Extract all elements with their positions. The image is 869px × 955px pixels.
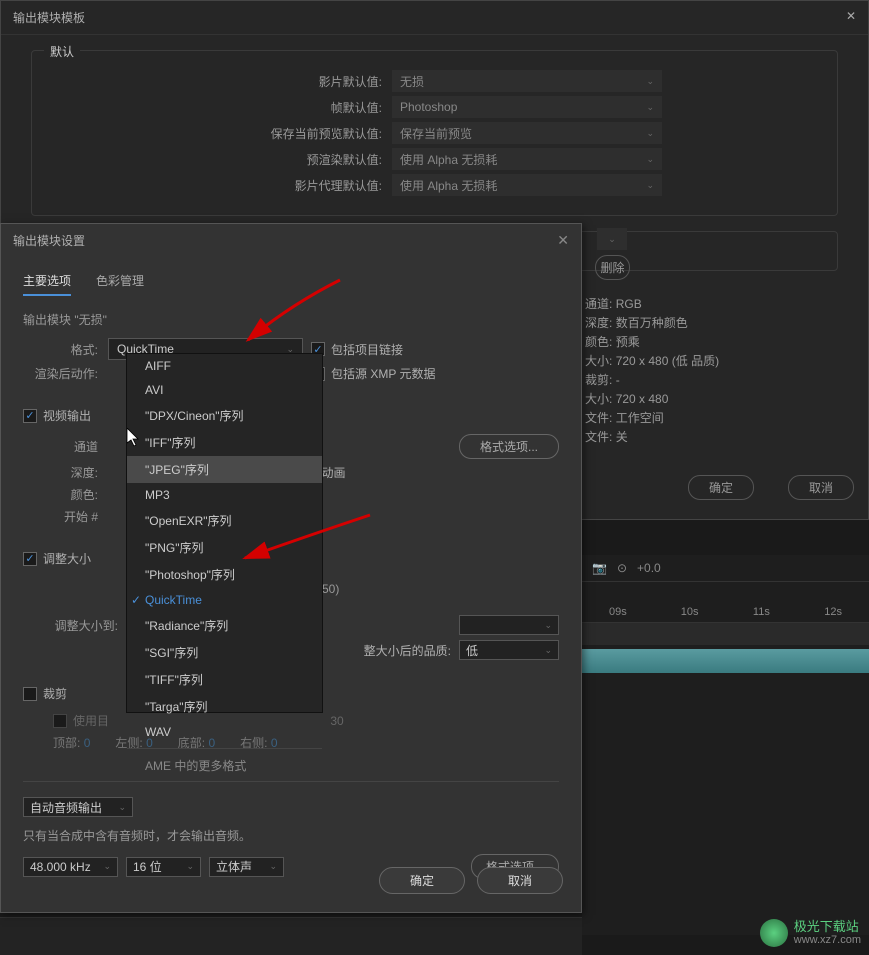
dropdown-item[interactable]: "OpenEXR"序列	[127, 507, 322, 534]
resize-checkbox[interactable]	[23, 552, 37, 566]
dropdown-item[interactable]: "Radiance"序列	[127, 612, 322, 639]
default-row: 影片代理默认值: 使用 Alpha 无损耗⌄	[52, 174, 817, 196]
defaults-legend: 默认	[44, 43, 80, 60]
outer-title-text: 输出模块模板	[13, 9, 85, 26]
default-select[interactable]: 保存当前预览⌄	[392, 122, 662, 144]
cancel-button[interactable]: 取消	[477, 867, 563, 894]
default-label: 帧默认值:	[52, 99, 392, 116]
timeline-track[interactable]	[582, 649, 869, 673]
dropdown-item[interactable]: AVI	[127, 378, 322, 402]
default-select[interactable]: Photoshop⌄	[392, 96, 662, 118]
aperture-icon[interactable]: ⊙	[617, 561, 627, 575]
quality-label: 整大小后的品质:	[364, 642, 451, 659]
watermark-logo-icon	[760, 919, 788, 947]
module-name: 输出模块 "无损"	[23, 311, 559, 328]
default-row: 预渲染默认值: 使用 Alpha 无损耗⌄	[52, 148, 817, 170]
start-label: 开始 #	[53, 508, 108, 525]
defaults-fieldset: 默认 影片默认值: 无损⌄帧默认值: Photoshop⌄保存当前预览默认值: …	[31, 50, 838, 216]
use-target-checkbox	[53, 714, 67, 728]
audio-channel-select[interactable]: 立体声⌄	[209, 857, 284, 877]
timeline-tick: 09s	[582, 606, 654, 618]
dropdown-item[interactable]: "SGI"序列	[127, 639, 322, 666]
crop-label: 裁剪	[43, 685, 67, 702]
dropdown-item[interactable]: "DPX/Cineon"序列	[127, 402, 322, 429]
timeline-ruler[interactable]: 09s10s11s12s	[582, 602, 869, 623]
format-dropdown-list: AIFFAVI"DPX/Cineon"序列"IFF"序列"JPEG"序列MP3"…	[126, 353, 323, 713]
color-label: 颜色:	[53, 486, 108, 503]
channel-label: 通道	[53, 438, 108, 455]
dropdown-item[interactable]: QuickTime	[127, 588, 322, 612]
watermark-url: www.xz7.com	[794, 934, 861, 946]
default-select[interactable]: 使用 Alpha 无损耗⌄	[392, 148, 662, 170]
dropdown-item[interactable]: "Targa"序列	[127, 693, 322, 720]
timeline-tick: 10s	[654, 606, 726, 618]
default-select[interactable]: 使用 Alpha 无损耗⌄	[392, 174, 662, 196]
tab-color[interactable]: 色彩管理	[96, 272, 144, 296]
inner-titlebar: 输出模块设置 ✕	[1, 224, 581, 257]
resize-to-label: 调整大小到:	[53, 617, 128, 634]
use-target-label: 使用目	[73, 712, 109, 729]
auto-audio-select[interactable]: 自动音频输出⌄	[23, 797, 133, 817]
info-panel: 通道: RGB 深度: 数百万种颜色 颜色: 预乘 大小: 720 x 480 …	[585, 295, 719, 447]
exposure-value: +0.0	[637, 561, 661, 575]
post-render-label: 渲染后动作:	[23, 365, 108, 382]
default-label: 保存当前预览默认值:	[52, 125, 392, 142]
tabs: 主要选项 色彩管理	[23, 272, 559, 296]
dropdown-more-formats[interactable]: AME 中的更多格式	[127, 748, 322, 779]
tab-main[interactable]: 主要选项	[23, 272, 71, 296]
default-row: 影片默认值: 无损⌄	[52, 70, 817, 92]
camera-icon[interactable]: 📷	[592, 561, 607, 575]
dropdown-item[interactable]: WAV	[127, 720, 322, 744]
output-module-settings-dialog: 输出模块设置 ✕ 主要选项 色彩管理 输出模块 "无损" 格式: QuickTi…	[0, 223, 582, 913]
outer-ok-button[interactable]: 确定	[688, 475, 754, 500]
default-label: 影片默认值:	[52, 73, 392, 90]
inner-title-text: 输出模块设置	[13, 232, 85, 249]
close-icon[interactable]: ✕	[557, 232, 569, 249]
dropdown-item[interactable]: "IFF"序列	[127, 429, 322, 456]
watermark: 极光下载站 www.xz7.com	[760, 919, 861, 947]
dropdown-item[interactable]: "Photoshop"序列	[127, 561, 322, 588]
dropdown-item[interactable]: "TIFF"序列	[127, 666, 322, 693]
watermark-name: 极光下载站	[794, 920, 861, 934]
include-project-link-label: 包括项目链接	[331, 341, 403, 358]
resize-to-select[interactable]: ⌄	[459, 615, 559, 635]
dropdown-item[interactable]: "JPEG"序列	[127, 456, 322, 483]
audio-hint: 只有当合成中含有音频时，才会输出音频。	[23, 827, 559, 844]
default-row: 保存当前预览默认值: 保存当前预览⌄	[52, 122, 817, 144]
timeline-tick: 12s	[797, 606, 869, 618]
ok-button[interactable]: 确定	[379, 867, 465, 894]
dropdown-item[interactable]: AIFF	[127, 354, 322, 378]
quality-select[interactable]: 低⌄	[459, 640, 559, 660]
delete-button[interactable]: 删除	[595, 255, 630, 280]
footer-bar	[0, 917, 582, 955]
timeline-tick: 11s	[726, 606, 798, 618]
video-output-checkbox[interactable]	[23, 409, 37, 423]
audio-rate-select[interactable]: 48.000 kHz⌄	[23, 857, 118, 877]
default-row: 帧默认值: Photoshop⌄	[52, 96, 817, 118]
timeline-panel: 📷 ⊙ +0.0 09s10s11s12s	[582, 555, 869, 935]
include-xmp-label: 包括源 XMP 元数据	[331, 365, 435, 382]
crop-checkbox[interactable]	[23, 687, 37, 701]
dropdown-stub[interactable]: ⌄	[597, 228, 627, 250]
format-label: 格式:	[23, 341, 108, 358]
video-output-label: 视频输出	[43, 407, 91, 424]
default-label: 预渲染默认值:	[52, 151, 392, 168]
audio-bit-select[interactable]: 16 位⌄	[126, 857, 201, 877]
depth-label: 深度:	[53, 464, 108, 481]
resize-label: 调整大小	[43, 550, 91, 567]
dropdown-item[interactable]: "PNG"序列	[127, 534, 322, 561]
default-label: 影片代理默认值:	[52, 177, 392, 194]
outer-titlebar: 输出模块模板 ✕	[1, 1, 868, 35]
close-icon[interactable]: ✕	[846, 9, 856, 26]
format-options-button[interactable]: 格式选项...	[459, 434, 559, 459]
outer-cancel-button[interactable]: 取消	[788, 475, 854, 500]
dropdown-item[interactable]: MP3	[127, 483, 322, 507]
default-select[interactable]: 无损⌄	[392, 70, 662, 92]
